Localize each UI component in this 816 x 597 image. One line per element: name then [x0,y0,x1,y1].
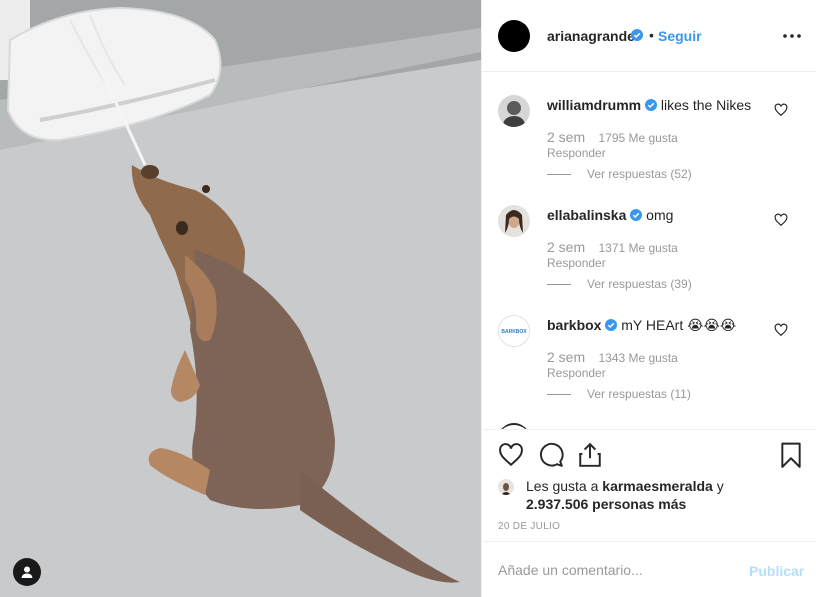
post-date[interactable]: 20 DE JULIO [498,521,560,532]
tag-user-icon [21,566,33,578]
likes-summary[interactable]: Les gusta a karmaesmeralda y 2.937.506 p… [498,477,798,513]
comment-icon[interactable] [538,442,564,468]
verified-badge-icon [645,99,658,111]
publish-button[interactable]: Publicar [749,563,804,579]
likes-prefix: Les gusta a [526,478,599,494]
barkbox-logo-text: BARKBOX [501,329,527,335]
comment-item: williamdrumm likes the Nikes 2 sem 1795 … [482,73,816,183]
post-actions: Les gusta a karmaesmeralda y 2.937.506 p… [482,429,816,541]
post-photo[interactable] [0,0,481,597]
header-separator: • [649,27,654,43]
comment-input[interactable] [498,560,738,580]
verified-badge-icon [631,29,643,41]
comments-list[interactable]: williamdrumm likes the Nikes 2 sem 1795 … [482,73,816,429]
author-avatar[interactable] [498,20,530,52]
comment-meta: 2 sem 1795 Me gusta [547,129,678,145]
comment-likes[interactable]: 1371 Me gusta [598,241,677,255]
tag-user-button[interactable] [13,558,41,586]
comment-item: ellabalinska omg 2 sem 1371 Me gusta Res… [482,183,816,293]
reply-button[interactable]: Responder [547,366,606,380]
likes-count[interactable]: 2.937.506 personas más [526,495,798,513]
likes-suffix: y [716,478,724,494]
verified-badge-icon [630,209,643,221]
comment-meta: 2 sem 1343 Me gusta [547,349,678,365]
commenter-avatar[interactable] [498,95,530,127]
follow-button[interactable]: Seguir [658,28,702,44]
comment-likes[interactable]: 1795 Me gusta [598,131,677,145]
view-replies-button[interactable]: Ver respuestas (11) [547,387,691,401]
comment-text-line: barkbox mY HEArt 😭😭😭 [547,317,736,334]
reply-button[interactable]: Responder [547,146,606,160]
more-options-icon[interactable] [782,26,802,46]
view-replies-label: Ver respuestas (39) [587,277,692,291]
view-replies-label: Ver respuestas (52) [587,167,692,181]
commenter-avatar[interactable]: BARKBOX [498,315,530,347]
comment-time[interactable]: 2 sem [547,349,585,365]
author-username[interactable]: arianagrande [547,28,635,44]
like-comment-heart-icon[interactable] [774,323,788,337]
share-icon[interactable] [577,442,603,468]
comment-text-line: ellabalinska omg [547,207,673,223]
commenter-username[interactable]: ellabalinska [547,207,626,223]
commenter-username[interactable]: barkbox [547,317,601,333]
replies-divider [547,173,571,175]
commenter-avatar[interactable] [498,205,530,237]
reply-button[interactable]: Responder [547,256,606,270]
like-comment-heart-icon[interactable] [774,103,788,117]
view-replies-button[interactable]: Ver respuestas (39) [547,277,692,291]
verified-badge-icon [605,319,618,331]
replies-divider [547,393,571,395]
comment-body: likes the Nikes [660,97,752,113]
liker-avatar[interactable] [498,479,514,495]
view-replies-button[interactable]: Ver respuestas (52) [547,167,692,181]
commenter-username[interactable]: williamdrumm [547,97,641,113]
puppy-photo-image [0,0,481,597]
comment-body: omg [646,207,674,223]
comment-meta: 2 sem 1371 Me gusta [547,239,678,255]
comment-item: BARKBOX barkbox mY HEArt 😭😭😭 2 sem 1343 … [482,293,816,403]
replies-divider [547,283,571,285]
heart-icon[interactable] [498,442,524,468]
view-replies-label: Ver respuestas (11) [587,387,691,401]
comment-time[interactable]: 2 sem [547,129,585,145]
add-comment-bar: Publicar [482,541,816,597]
like-comment-heart-icon[interactable] [774,213,788,227]
comment-body: mY HEArt 😭😭😭 [621,317,737,333]
liker-username[interactable]: karmaesmeralda [602,478,713,494]
post-header: arianagrande • Seguir [482,0,816,72]
likes-text: Les gusta a karmaesmeralda y [526,477,798,495]
comment-text-line: williamdrumm likes the Nikes [547,97,751,113]
bookmark-icon[interactable] [778,442,804,468]
comment-likes[interactable]: 1343 Me gusta [598,351,677,365]
comment-time[interactable]: 2 sem [547,239,585,255]
post-side-panel: arianagrande • Seguir williamdrumm likes… [481,0,816,597]
